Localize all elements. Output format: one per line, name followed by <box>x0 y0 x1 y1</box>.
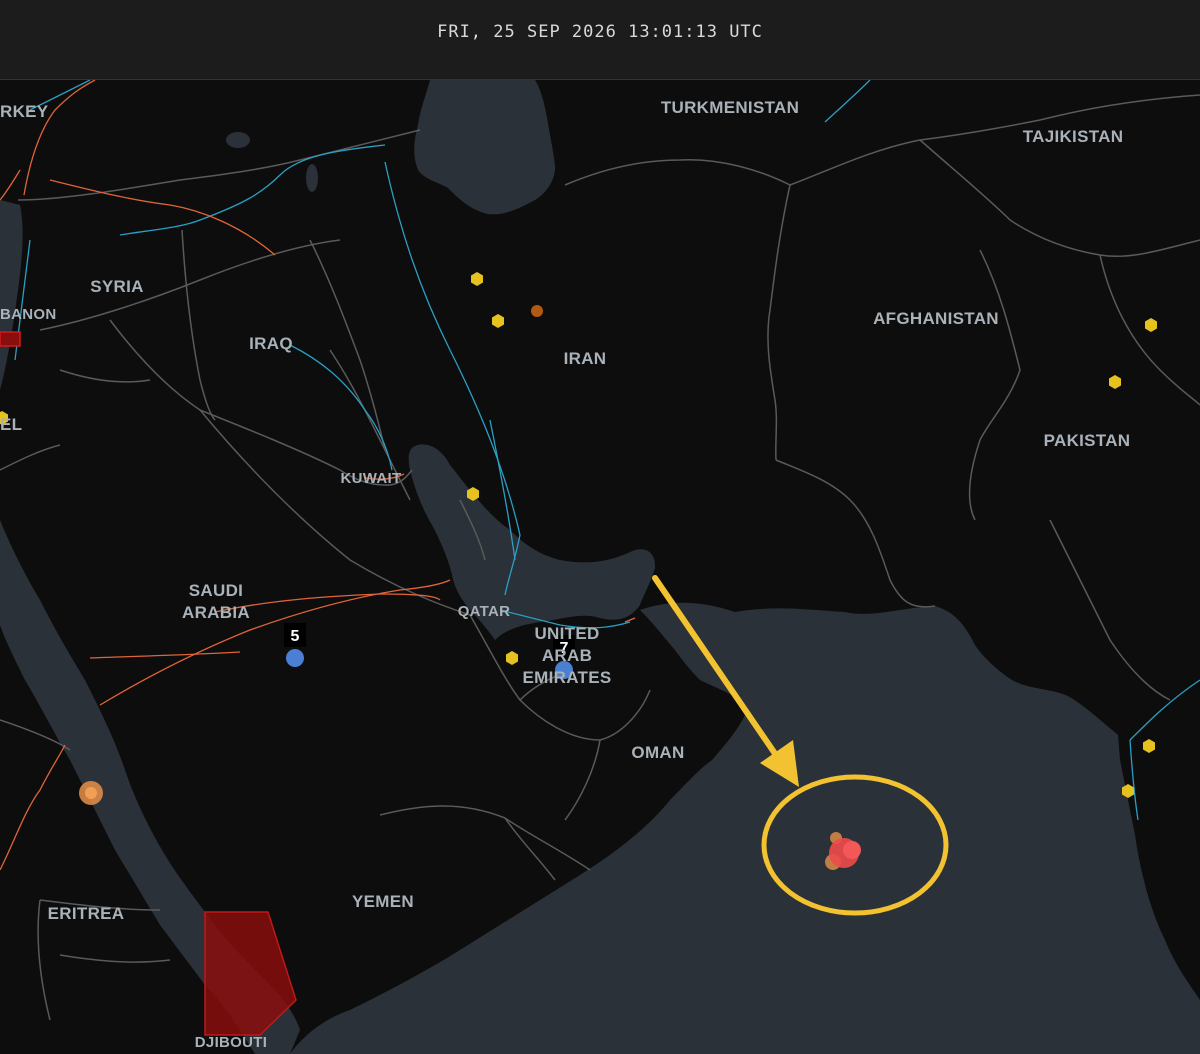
label-yemen: YEMEN <box>352 892 414 911</box>
event-marker-orange[interactable] <box>531 305 543 317</box>
top-bar: FRI, 25 SEP 2026 13:01:13 UTC <box>0 0 1200 80</box>
label-uae-3: EMIRATES <box>523 668 612 687</box>
label-syria: SYRIA <box>90 277 143 296</box>
label-eritrea: ERITREA <box>48 904 125 923</box>
restricted-zone-lebanon <box>0 331 21 347</box>
label-turkmenistan: TURKMENISTAN <box>661 98 799 117</box>
label-djibouti: DJIBOUTI <box>195 1034 267 1051</box>
label-iran: IRAN <box>564 349 607 368</box>
label-pakistan: PAKISTAN <box>1044 431 1131 450</box>
cluster-count: 5 <box>291 628 300 645</box>
label-saudi-arabia-1: SAUDI <box>189 581 243 600</box>
label-israel: EL <box>0 415 22 434</box>
label-afghanistan: AFGHANISTAN <box>873 309 999 328</box>
label-uae-1: UNITED <box>534 624 599 643</box>
label-uae-2: ARAB <box>542 646 592 665</box>
label-kuwait: KUWAIT <box>341 470 402 487</box>
label-tajikistan: TAJIKISTAN <box>1023 127 1124 146</box>
cluster-saudi[interactable]: 5 <box>284 623 306 667</box>
label-qatar: QATAR <box>458 603 511 620</box>
label-iraq: IRAQ <box>249 334 293 353</box>
utc-clock: FRI, 25 SEP 2026 13:01:13 UTC <box>437 22 763 42</box>
label-lebanon: BANON <box>0 306 57 323</box>
event-marker-red-sea[interactable] <box>79 781 103 805</box>
label-saudi-arabia-2: ARABIA <box>182 603 250 622</box>
map[interactable]: 5 7 RKEY SYRIA BANON EL IRAQ KUWAIT IRAN… <box>0 80 1200 1054</box>
label-oman: OMAN <box>631 743 684 762</box>
label-turkey: RKEY <box>0 102 49 121</box>
